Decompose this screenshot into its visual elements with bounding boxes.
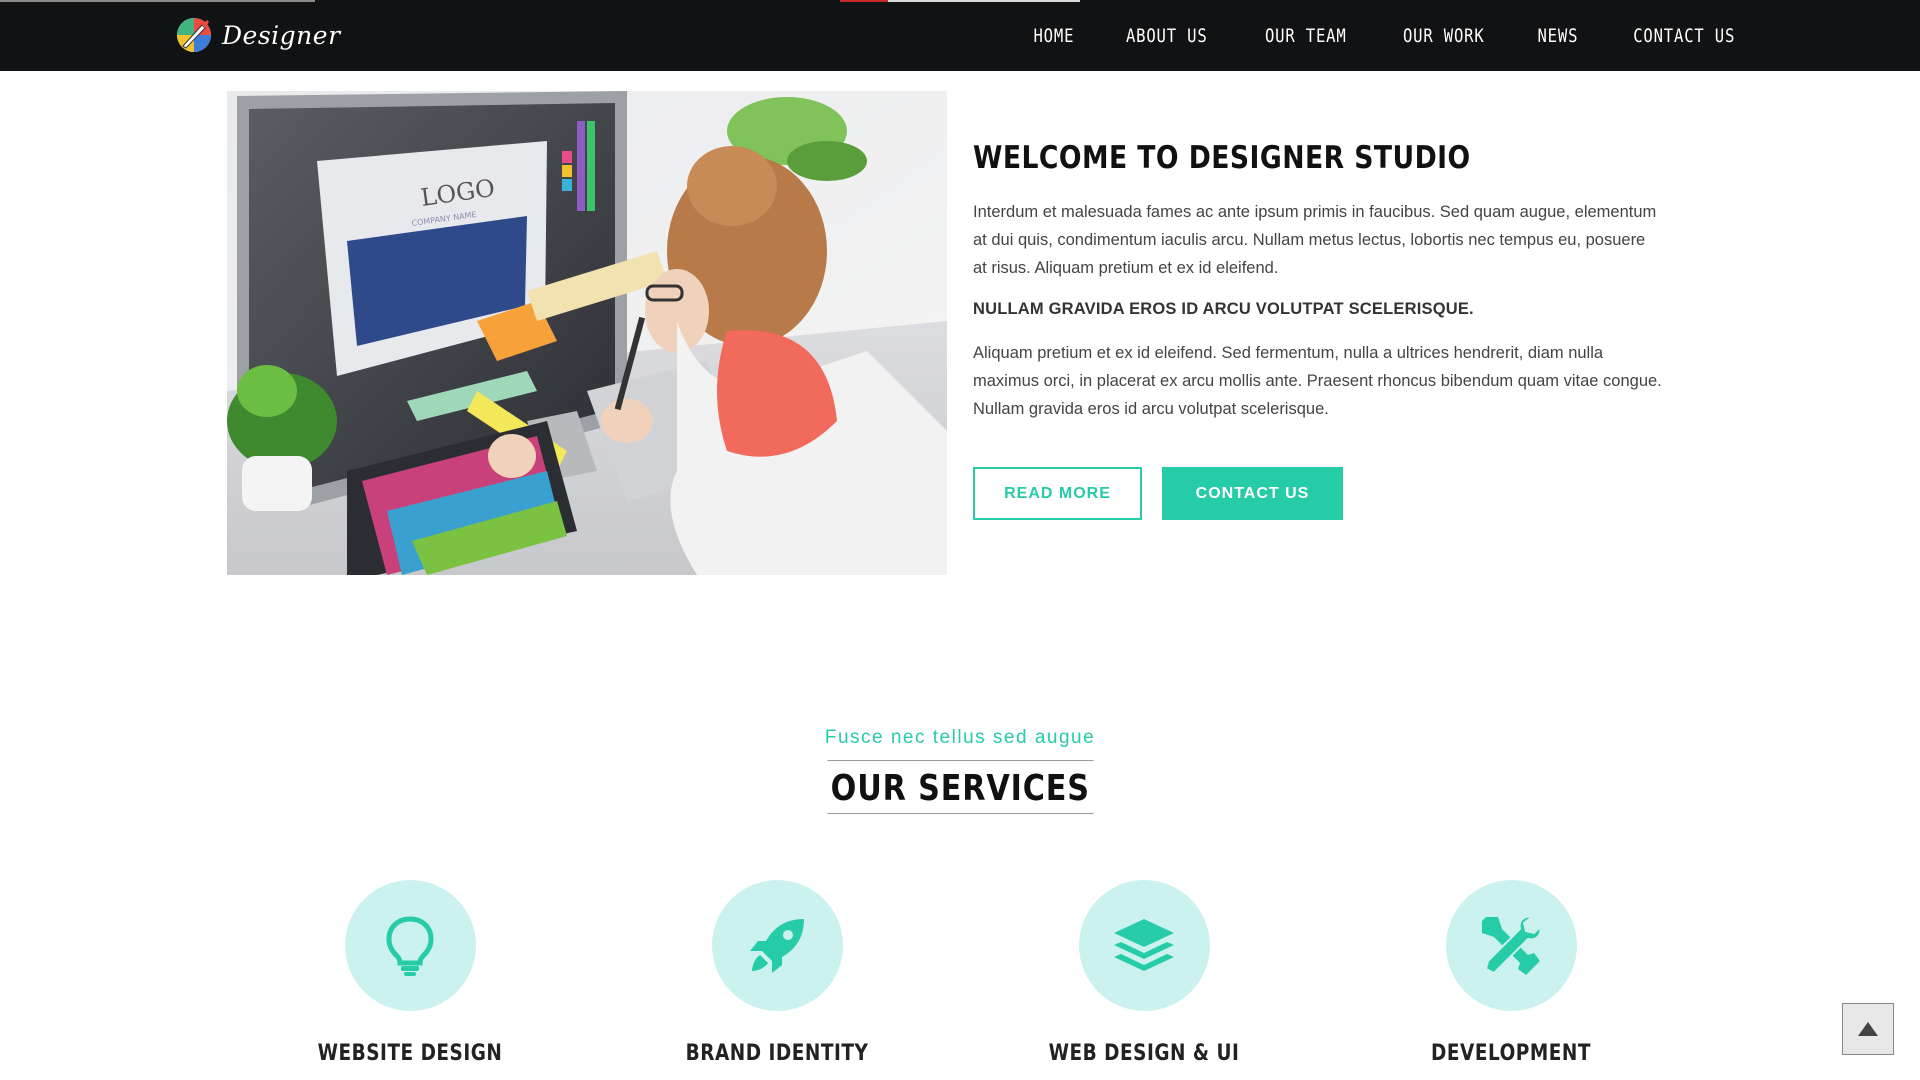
contact-us-button[interactable]: CONTACT US: [1162, 467, 1343, 520]
caret-up-icon: [1858, 1022, 1878, 1036]
welcome-paragraph-1: Interdum et malesuada fames ac ante ipsu…: [973, 203, 1657, 277]
read-more-button[interactable]: READ MORE: [973, 467, 1142, 520]
active-indicator-marker: [840, 0, 888, 2]
back-to-top-button[interactable]: [1842, 1003, 1894, 1055]
service-icon-circle: [1445, 880, 1577, 1011]
lightbulb-icon: [386, 915, 434, 976]
site-logo[interactable]: Designer: [174, 14, 341, 56]
nav-news[interactable]: News: [1537, 25, 1578, 47]
welcome-subheading: NULLAM GRAVIDA EROS ID ARCU VOLUTPAT SCE…: [973, 300, 1474, 318]
nav-contact-us[interactable]: Contact Us: [1633, 25, 1735, 47]
nav-home[interactable]: Home: [1033, 25, 1074, 47]
service-title: WEB DESIGN & UI: [1048, 1041, 1240, 1066]
service-web-design-ui[interactable]: WEB DESIGN & UI: [1024, 880, 1264, 1066]
nav-our-team[interactable]: Our Team: [1265, 25, 1347, 47]
service-icon-circle: [1078, 880, 1210, 1011]
layers-icon: [1114, 918, 1174, 971]
page-progress-bar: [0, 0, 315, 2]
paint-brush-logo-icon: [177, 18, 211, 52]
service-icon-circle: [344, 880, 476, 1011]
service-website-design[interactable]: WEBSITE DESIGN: [290, 880, 530, 1066]
service-brand-identity[interactable]: BRAND IDENTITY: [657, 880, 897, 1066]
service-development[interactable]: DEVELOPMENT: [1391, 880, 1631, 1066]
designer-workspace-photo: LOGO COMPANY NAME: [227, 91, 947, 575]
welcome-paragraph-2: Aliquam pretium et ex id eleifend. Sed f…: [973, 344, 1662, 418]
welcome-actions: READ MORE CONTACT US: [973, 467, 1343, 520]
services-title: OUR SERVICES: [827, 760, 1093, 814]
welcome-title: WELCOME TO DESIGNER STUDIO: [973, 140, 1471, 176]
services-heading: OUR SERVICES: [0, 760, 1920, 814]
site-header: Designer Home About Us Our Team Our Work…: [0, 0, 1920, 71]
service-title: WEBSITE DESIGN: [317, 1041, 503, 1066]
service-title: BRAND IDENTITY: [685, 1041, 869, 1066]
logo-text: Designer: [222, 20, 341, 50]
tools-icon: [1482, 915, 1542, 975]
services-tagline: Fusce nec tellus sed augue: [824, 727, 1096, 748]
nav-our-work[interactable]: Our Work: [1403, 25, 1485, 47]
welcome-section: WELCOME TO DESIGNER STUDIO Interdum et m…: [973, 140, 1663, 423]
nav-about-us[interactable]: About Us: [1126, 25, 1208, 47]
service-icon-circle: [711, 880, 843, 1011]
rocket-icon: [750, 918, 804, 973]
main-navigation: Home About Us Our Team Our Work News Con…: [1029, 0, 1746, 71]
service-title: DEVELOPMENT: [1431, 1041, 1591, 1066]
